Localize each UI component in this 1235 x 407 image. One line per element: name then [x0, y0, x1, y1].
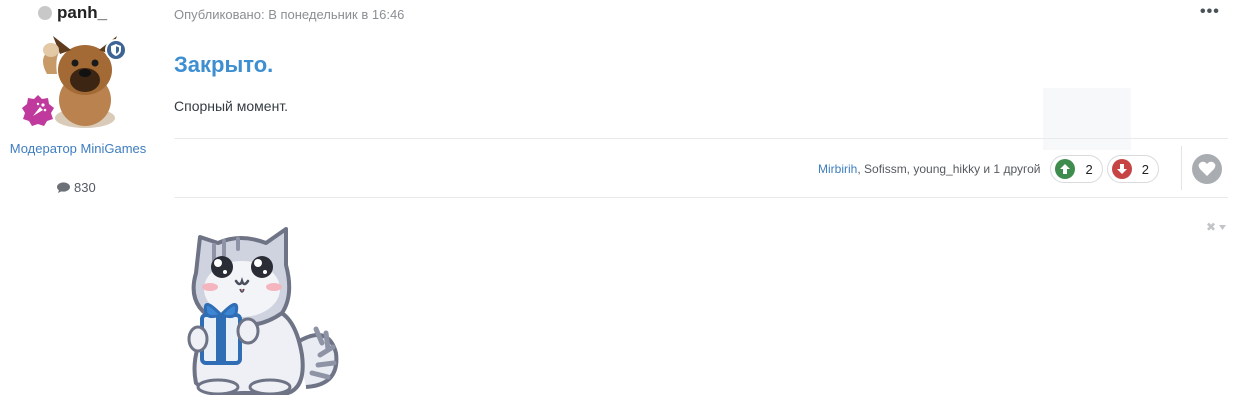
author-group-title: Модератор MiniGames — [9, 141, 147, 156]
signature-controls[interactable]: ✖ — [1206, 220, 1227, 234]
comment-icon — [57, 182, 70, 193]
rank-badge-icon — [22, 95, 54, 126]
reactions-bar: Mirbirih, Sofissm, young_hikky и 1 друго… — [818, 152, 1159, 186]
reaction-separator — [1181, 146, 1182, 190]
upvote-button[interactable]: 2 — [1050, 155, 1103, 183]
post-divider-bottom — [174, 197, 1228, 198]
ellipsis-icon: ••• — [1200, 3, 1220, 20]
reacted-user-link[interactable]: Mirbirih — [818, 162, 857, 176]
post-body: Спорный момент. — [174, 98, 289, 114]
like-button[interactable] — [1192, 154, 1222, 184]
author-name[interactable]: panh_ — [57, 3, 107, 23]
cat-with-gift-sticker — [187, 227, 339, 395]
shield-icon — [111, 44, 121, 56]
faded-overlay — [1043, 88, 1131, 150]
post-menu-button[interactable]: ••• — [1200, 3, 1220, 20]
avatar-container — [22, 30, 133, 130]
post-title: Закрыто. — [174, 52, 274, 77]
offline-status-dot — [38, 6, 52, 20]
moderator-shield-badge — [105, 39, 127, 61]
author-panel: panh_ Модератор MiniGames 830 — [0, 0, 170, 407]
author-post-count[interactable]: 830 — [57, 180, 96, 195]
post-date[interactable]: Опубликовано: В понедельник в 16:46 — [174, 7, 404, 22]
downvote-count: 2 — [1141, 161, 1149, 177]
upvote-count: 2 — [1085, 161, 1093, 177]
reacted-users[interactable]: Mirbirih, Sofissm, young_hikky и 1 друго… — [818, 162, 1040, 176]
downvote-button[interactable]: 2 — [1106, 155, 1159, 183]
arrow-up-icon — [1055, 159, 1076, 179]
heart-icon — [1198, 161, 1216, 176]
author-name-row: panh_ — [38, 3, 107, 23]
post-divider-top — [174, 138, 1228, 139]
post-count-value: 830 — [74, 180, 96, 195]
arrow-down-icon — [1111, 159, 1132, 179]
reacted-users-rest: , Sofissm, young_hikky и 1 другой — [857, 162, 1041, 176]
close-icon[interactable]: ✖ — [1206, 220, 1216, 234]
chevron-down-icon[interactable] — [1219, 224, 1227, 230]
